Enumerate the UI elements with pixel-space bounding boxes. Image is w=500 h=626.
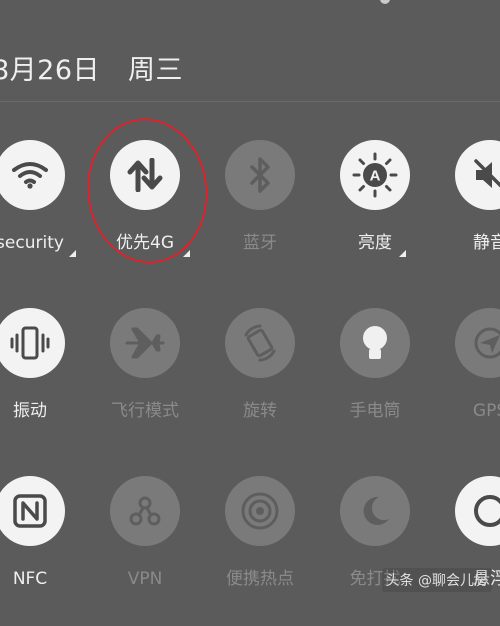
tile-hotspot[interactable]: 便携热点	[200, 476, 320, 626]
tile-rotate[interactable]: 旋转	[200, 308, 320, 458]
wifi-toggle-circle[interactable]	[0, 140, 65, 210]
tile-floating[interactable]: 悬浮	[430, 476, 500, 626]
tile-vpn[interactable]: VPN	[85, 476, 205, 626]
flashlight-toggle-circle[interactable]	[340, 308, 410, 378]
mobile-data-settings-indicator	[183, 250, 190, 257]
tile-mute[interactable]: 静音	[430, 140, 500, 290]
brightness-toggle-circle[interactable]: A	[340, 140, 410, 210]
nfc-icon	[13, 494, 47, 528]
mobile-data-toggle-circle[interactable]	[110, 140, 180, 210]
mute-toggle-circle[interactable]	[455, 140, 500, 210]
tile-wifi[interactable]: security	[0, 140, 90, 290]
tile-gps[interactable]: GPS	[430, 308, 500, 458]
do-not-disturb-toggle-circle[interactable]	[340, 476, 410, 546]
status-dot	[380, 0, 390, 4]
floating-icon	[474, 495, 500, 527]
vpn-toggle-circle[interactable]	[110, 476, 180, 546]
gps-icon	[474, 327, 500, 359]
hotspot-icon	[241, 492, 279, 530]
rotate-toggle-circle[interactable]	[225, 308, 295, 378]
top-status-strip	[0, 0, 500, 10]
tile-flashlight[interactable]: 手电筒	[315, 308, 435, 458]
mute-icon	[474, 159, 500, 188]
header-divider	[0, 101, 500, 102]
flashlight-icon	[363, 326, 387, 359]
rotate-icon	[244, 324, 276, 362]
watermark: 头条 @聊会儿房	[381, 568, 492, 592]
auto-brightness-icon: A	[352, 152, 398, 198]
vibrate-toggle-circle[interactable]	[0, 308, 65, 378]
airplane-toggle-circle[interactable]	[110, 308, 180, 378]
wifi-icon	[12, 162, 48, 189]
tile-mobile-data[interactable]: 优先4G	[85, 140, 205, 290]
hotspot-toggle-circle[interactable]	[225, 476, 295, 546]
floating-toggle-circle[interactable]	[455, 476, 500, 546]
nfc-toggle-circle[interactable]	[0, 476, 65, 546]
date-text: 8月26日	[0, 54, 101, 86]
gps-toggle-circle[interactable]	[455, 308, 500, 378]
do-not-disturb-icon	[363, 496, 389, 525]
tile-nfc[interactable]: NFC	[0, 476, 90, 626]
weekday-text: 周三	[128, 54, 184, 86]
bluetooth-icon	[250, 157, 270, 193]
date-header: 8月26日 周三	[0, 42, 183, 92]
tile-do-not-disturb[interactable]: 免打扰	[315, 476, 435, 626]
tile-brightness[interactable]: A 亮度	[315, 140, 435, 290]
tile-label-gps: GPS	[472, 401, 500, 421]
mobile-data-icon	[127, 158, 163, 192]
tile-airplane[interactable]: 飞行模式	[85, 308, 205, 458]
vpn-icon	[129, 496, 161, 526]
svg-text:A: A	[370, 168, 381, 185]
vibrate-icon	[10, 326, 50, 360]
bluetooth-toggle-circle[interactable]	[225, 140, 295, 210]
airplane-icon	[125, 327, 165, 359]
tile-label-mute: 静音	[473, 233, 500, 253]
brightness-settings-indicator	[399, 250, 406, 257]
tile-vibrate[interactable]: 振动	[0, 308, 90, 458]
tile-bluetooth[interactable]: 蓝牙	[200, 140, 320, 290]
